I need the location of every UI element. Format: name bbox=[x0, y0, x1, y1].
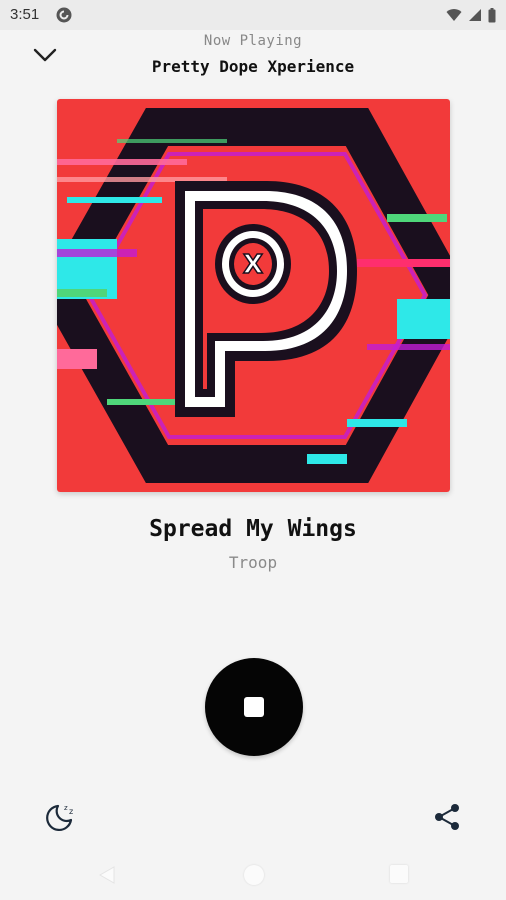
battery-icon bbox=[488, 7, 496, 22]
wifi-icon bbox=[446, 9, 462, 21]
navigation-bar bbox=[0, 850, 506, 900]
back-icon[interactable] bbox=[96, 864, 118, 886]
album-artwork: X bbox=[57, 99, 450, 492]
station-name: Pretty Dope Xperience bbox=[151, 57, 355, 76]
station-logo-badge: X bbox=[243, 250, 263, 280]
pocket-casts-icon bbox=[56, 7, 72, 23]
status-icons bbox=[446, 7, 496, 23]
station-logo: X bbox=[57, 99, 450, 492]
svg-text:z: z bbox=[64, 804, 68, 812]
home-icon[interactable] bbox=[244, 865, 264, 885]
sleep-timer-icon[interactable]: z z bbox=[43, 800, 77, 834]
stop-icon bbox=[244, 697, 264, 717]
signal-icon bbox=[469, 9, 481, 21]
song-title: Spread My Wings bbox=[149, 516, 357, 542]
stop-button[interactable] bbox=[205, 658, 303, 756]
status-bar: 3:51 bbox=[0, 0, 506, 30]
status-time: 3:51 bbox=[10, 6, 40, 23]
artist-name: Troop bbox=[228, 553, 278, 572]
now-playing-label: Now Playing bbox=[203, 33, 303, 49]
share-icon[interactable] bbox=[432, 802, 462, 832]
svg-text:z: z bbox=[69, 807, 73, 816]
recents-icon[interactable] bbox=[390, 865, 408, 883]
